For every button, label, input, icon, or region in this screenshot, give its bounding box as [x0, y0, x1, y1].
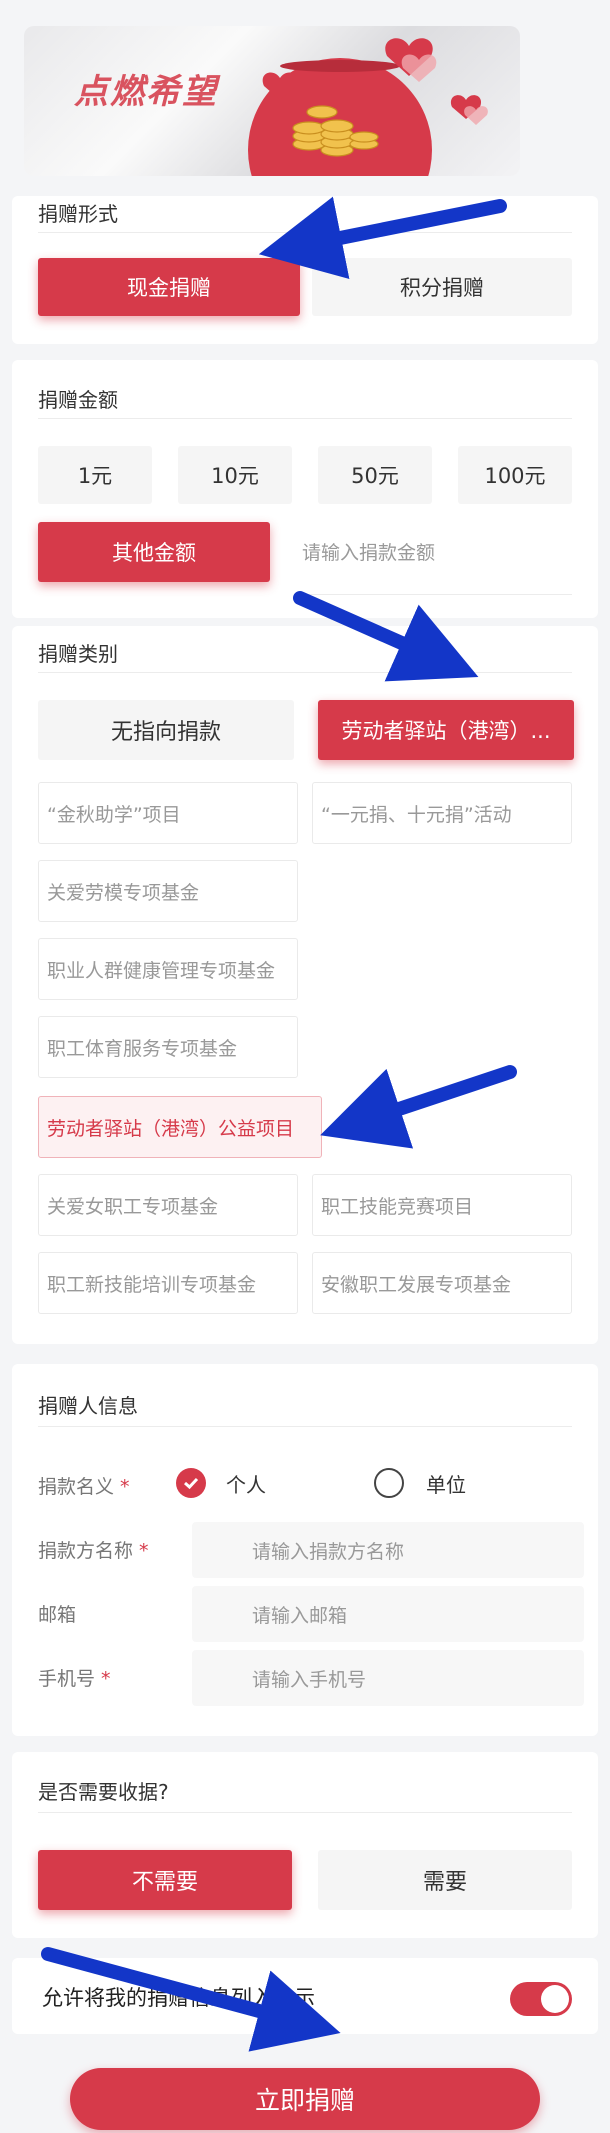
donate-now-button[interactable]: 立即捐赠: [70, 2068, 540, 2130]
donor-name-label: 捐款方名称 *: [38, 1540, 149, 1562]
section-title: 捐赠类别: [38, 642, 118, 666]
project-jinqiu-scholarship[interactable]: “金秋助学”项目: [38, 782, 298, 844]
publicity-label: 允许将我的捐赠信息列入公示: [42, 1986, 315, 2010]
points-donation-button[interactable]: 积分捐赠: [312, 258, 572, 316]
receipt-not-needed-button[interactable]: 不需要: [38, 1850, 292, 1910]
publicity-row: 允许将我的捐赠信息列入公示: [12, 1958, 598, 2034]
radio-individual-label: 个人: [226, 1472, 266, 1497]
banner: 点燃希望: [24, 26, 520, 176]
project-anhui-worker-development-fund[interactable]: 安徽职工发展专项基金: [312, 1252, 572, 1314]
piggy-bank-illustration: [248, 38, 488, 176]
undirected-donation-button[interactable]: 无指向捐款: [38, 700, 294, 760]
donor-name-input[interactable]: 请输入捐款方名称: [192, 1522, 584, 1578]
phone-input[interactable]: 请输入手机号: [192, 1650, 584, 1706]
radio-organization-label: 单位: [426, 1472, 466, 1497]
name-type-label: 捐款名义 *: [38, 1476, 130, 1498]
divider: [302, 594, 572, 595]
project-female-worker-fund[interactable]: 关爱女职工专项基金: [38, 1174, 298, 1236]
section-title: 是否需要收据?: [38, 1780, 169, 1804]
amount-50-button[interactable]: 50元: [318, 446, 432, 504]
section-title: 捐赠人信息: [38, 1394, 138, 1418]
publicity-toggle[interactable]: [510, 1982, 572, 2016]
phone-label: 手机号 *: [38, 1668, 111, 1690]
radio-individual[interactable]: 个人: [176, 1468, 266, 1498]
divider: [38, 232, 572, 233]
project-worker-station[interactable]: 劳动者驿站（港湾）公益项目: [38, 1096, 322, 1158]
receipt-needed-button[interactable]: 需要: [318, 1850, 572, 1910]
email-input[interactable]: 请输入邮箱: [192, 1586, 584, 1642]
amount-1-button[interactable]: 1元: [38, 446, 152, 504]
divider: [38, 672, 572, 673]
radio-organization[interactable]: 单位: [374, 1468, 466, 1498]
amount-10-button[interactable]: 10元: [178, 446, 292, 504]
empty-circle-icon: [374, 1468, 404, 1498]
amount-input[interactable]: 请输入捐款金额: [302, 538, 435, 565]
divider: [38, 1812, 572, 1813]
project-health-management-fund[interactable]: 职业人群健康管理专项基金: [38, 938, 298, 1000]
category-section: 捐赠类别 无指向捐款 劳动者驿站（港湾）... “金秋助学”项目 “一元捐、十元…: [12, 626, 598, 1344]
project-model-worker-fund[interactable]: 关爱劳模专项基金: [38, 860, 298, 922]
divider: [38, 418, 572, 419]
worker-station-button[interactable]: 劳动者驿站（港湾）...: [318, 700, 574, 760]
project-skills-competition[interactable]: 职工技能竞赛项目: [312, 1174, 572, 1236]
project-one-yuan-donation[interactable]: “一元捐、十元捐”活动: [312, 782, 572, 844]
amount-100-button[interactable]: 100元: [458, 446, 572, 504]
project-sports-service-fund[interactable]: 职工体育服务专项基金: [38, 1016, 298, 1078]
donation-form-section: 捐赠形式 现金捐赠 积分捐赠: [12, 196, 598, 344]
project-new-skills-training-fund[interactable]: 职工新技能培训专项基金: [38, 1252, 298, 1314]
cash-donation-button[interactable]: 现金捐赠: [38, 258, 300, 316]
section-title: 捐赠形式: [38, 202, 118, 226]
donor-info-section: 捐赠人信息 捐款名义 * 个人 单位 捐款方名称 * 请输入捐款方名称 邮箱 请输入…: [12, 1364, 598, 1736]
amount-section: 捐赠金额 1元 10元 50元 100元 其他金额 请输入捐款金额: [12, 360, 598, 618]
check-circle-icon: [176, 1468, 206, 1498]
receipt-section: 是否需要收据? 不需要 需要: [12, 1752, 598, 1938]
section-title: 捐赠金额: [38, 388, 118, 412]
divider: [38, 1426, 572, 1427]
toggle-knob: [541, 1985, 569, 2013]
email-label: 邮箱: [38, 1604, 77, 1626]
other-amount-button[interactable]: 其他金额: [38, 522, 270, 582]
